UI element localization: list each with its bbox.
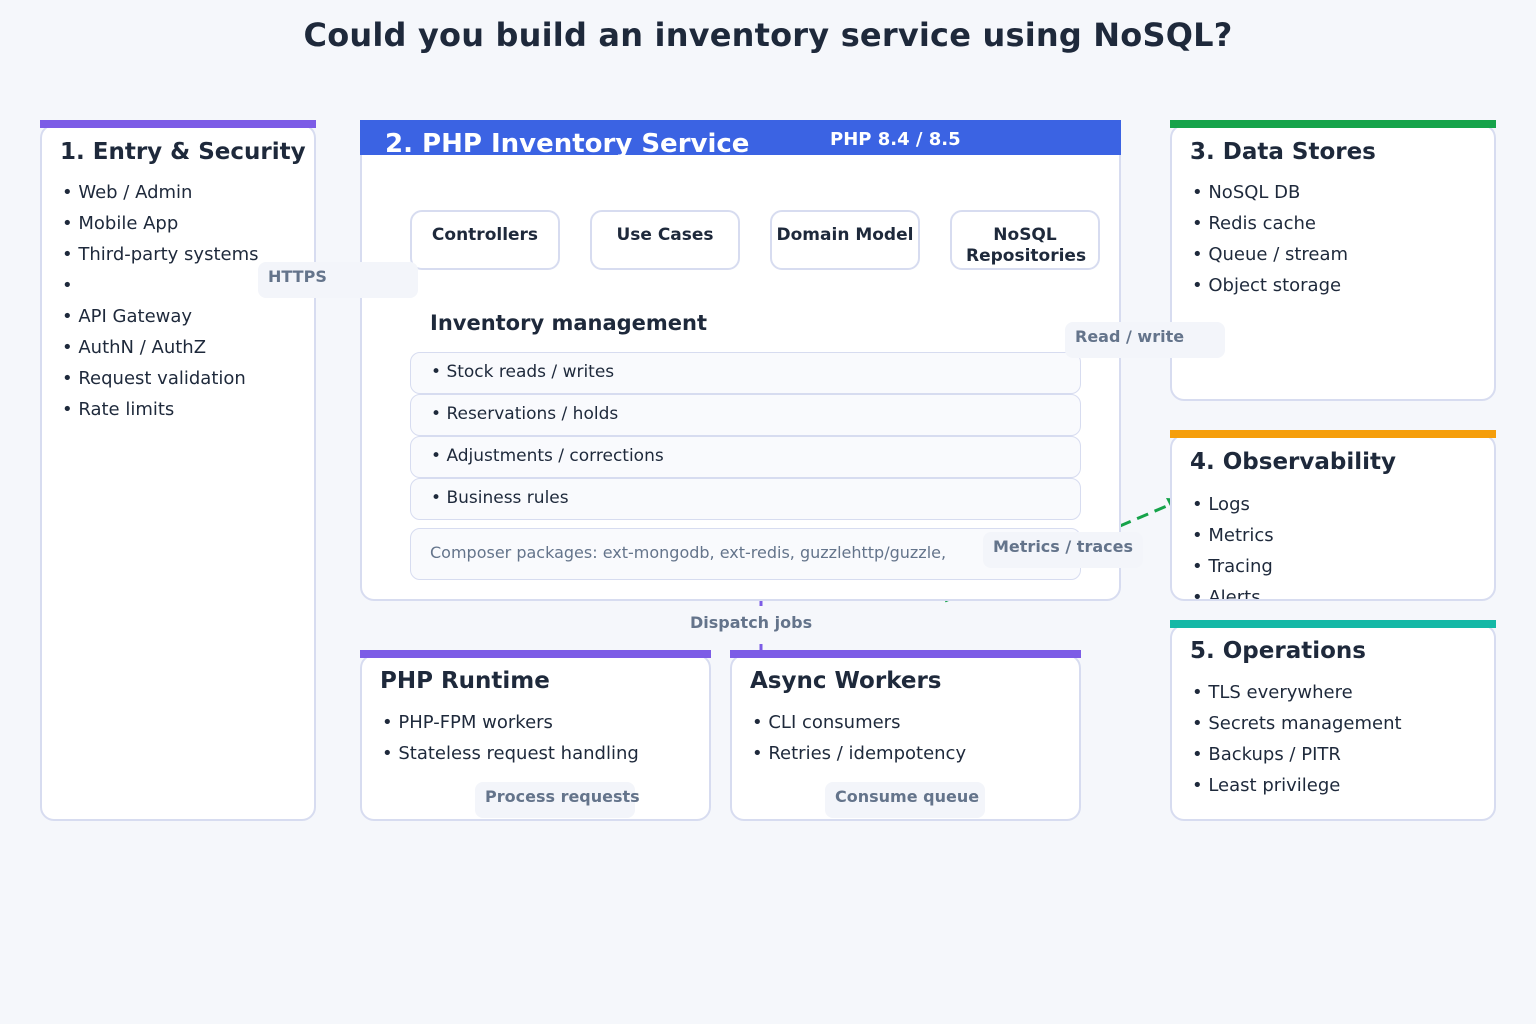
php-runtime-accent-bar	[360, 650, 711, 658]
list-item: Request validation	[62, 369, 259, 400]
observability-title: 4. Observability	[1190, 449, 1397, 475]
inventory-management-title: Inventory management	[430, 311, 708, 335]
list-item: PHP-FPM workers	[382, 713, 639, 744]
data-stores-accent-bar	[1170, 120, 1496, 128]
observability-list: Logs Metrics Tracing Alerts	[1192, 495, 1274, 600]
list-item: Object storage	[1192, 276, 1348, 307]
adjustments-corrections-row: Adjustments / corrections	[410, 436, 1081, 478]
read-write-edge-label: Read / write	[1065, 322, 1225, 358]
composer-packages-box: Composer packages: ext-mongodb, ext-redi…	[410, 528, 1081, 580]
operations-accent-bar	[1170, 620, 1496, 628]
php-runtime-list: PHP-FPM workers Stateless request handli…	[382, 713, 639, 775]
list-item: Third-party systems	[62, 245, 258, 276]
consume-queue-edge-label: Consume queue	[825, 782, 985, 818]
list-item: Stateless request handling	[382, 744, 638, 775]
observability-panel: 4. Observability Logs Metrics Tracing Al…	[1170, 434, 1496, 601]
domain-model-box: Domain Model	[770, 210, 920, 270]
metrics-traces-edge-label: Metrics / traces	[983, 532, 1143, 568]
list-item: Secrets management	[1192, 714, 1401, 745]
list-item: Tracing	[1192, 557, 1274, 588]
list-item: Alerts	[1192, 588, 1274, 600]
list-item: Backups / PITR	[1192, 745, 1402, 776]
business-rules-row: Business rules	[410, 478, 1081, 520]
data-stores-title: 3. Data Stores	[1190, 139, 1376, 165]
process-requests-edge-label: Process requests	[475, 782, 640, 818]
list-item: Retries / idempotency	[752, 744, 966, 775]
list-item: Web / Admin	[62, 183, 259, 214]
data-stores-list: NoSQL DB Redis cache Queue / stream Obje…	[1192, 183, 1348, 307]
list-item: Mobile App	[62, 214, 259, 245]
list-item: AuthN / AuthZ	[62, 338, 259, 369]
list-item: Metrics	[1192, 526, 1273, 557]
entry-security-list: Web / Admin Mobile App Third-party syste…	[62, 183, 259, 431]
inventory-service-title: 2. PHP Inventory Service	[385, 129, 750, 155]
php-version-label: PHP 8.4 / 8.5	[830, 129, 961, 150]
nosql-repositories-box: NoSQL Repositories	[950, 210, 1100, 270]
list-item: Least privilege	[1192, 776, 1402, 807]
async-workers-accent-bar	[730, 650, 1081, 658]
entry-security-accent-bar	[40, 120, 316, 128]
composer-packages-text: Composer packages: ext-mongodb, ext-redi…	[430, 543, 947, 562]
php-runtime-title: PHP Runtime	[380, 668, 550, 694]
operations-list: TLS everywhere Secrets management Backup…	[1192, 683, 1402, 807]
list-item: Rate limits	[62, 400, 259, 431]
list-item: Queue / stream	[1192, 245, 1348, 276]
list-item	[62, 276, 259, 307]
list-item: API Gateway	[62, 307, 259, 338]
list-item: TLS everywhere	[1192, 683, 1402, 714]
reservations-holds-row: Reservations / holds	[410, 394, 1081, 436]
list-item: Redis cache	[1192, 214, 1348, 245]
entry-security-title: 1. Entry & Security	[60, 139, 306, 165]
operations-title: 5. Operations	[1190, 638, 1366, 664]
dispatch-jobs-edge-label: Dispatch jobs	[690, 613, 813, 632]
stock-reads-writes-row: Stock reads / writes	[410, 352, 1081, 394]
use-cases-box: Use Cases	[590, 210, 740, 270]
https-edge-label: HTTPS	[258, 262, 418, 298]
list-item: CLI consumers	[752, 713, 966, 744]
list-item: Logs	[1192, 495, 1274, 526]
async-workers-list: CLI consumers Retries / idempotency	[752, 713, 966, 775]
list-item: NoSQL DB	[1192, 183, 1348, 214]
controllers-box: Controllers	[410, 210, 560, 270]
async-workers-title: Async Workers	[750, 668, 942, 694]
observability-accent-bar	[1170, 430, 1496, 438]
